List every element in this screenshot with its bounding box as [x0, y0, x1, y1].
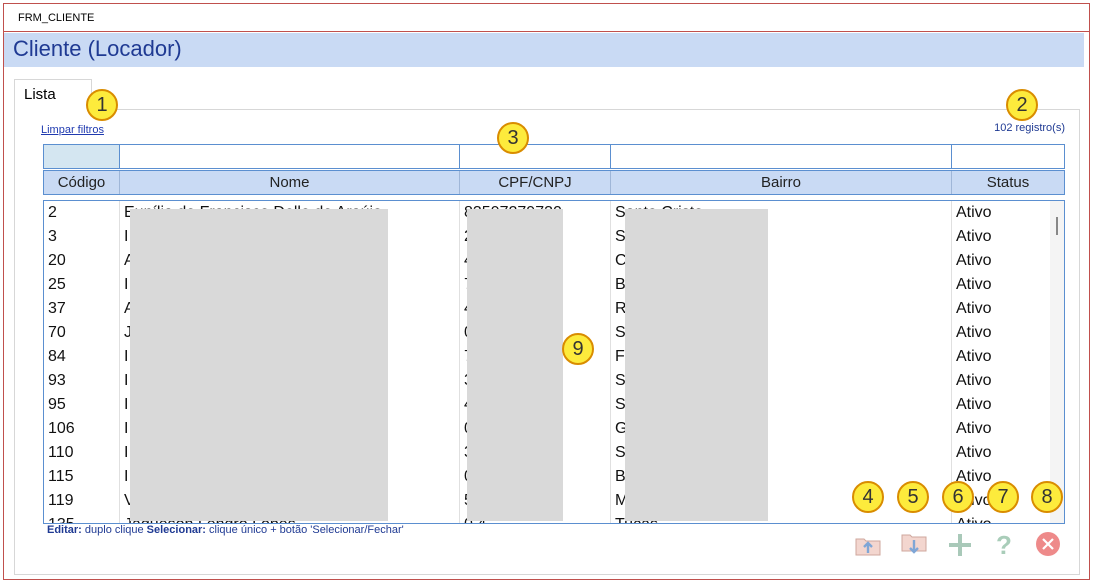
cell-status: Ativo [956, 372, 992, 389]
cell-status: Ativo [956, 276, 992, 293]
cell-codigo: 119 [44, 489, 120, 513]
help-button[interactable]: ? [990, 530, 1018, 558]
cell-status: Ativo [956, 228, 992, 245]
callout-5: 5 [897, 481, 929, 513]
cell-codigo: 93 [44, 369, 120, 393]
cell-codigo: 3 [44, 225, 120, 249]
hint-select-text: clique único + botão 'Selecionar/Fechar' [205, 524, 404, 536]
folder-down-icon [901, 534, 927, 554]
cell-codigo: 70 [44, 321, 120, 345]
cell-status: Ativo [956, 252, 992, 269]
filter-bairro-input[interactable] [610, 144, 952, 169]
header-codigo[interactable]: Código [44, 171, 120, 194]
header-nome[interactable]: Nome [120, 171, 460, 194]
callout-2: 2 [1006, 89, 1038, 121]
form-header: Cliente (Locador) [4, 33, 1084, 67]
callout-6: 6 [942, 481, 974, 513]
filter-status-input[interactable] [951, 144, 1065, 169]
add-button[interactable] [946, 530, 974, 558]
cell-status: Ativo [956, 420, 992, 437]
redacted-cpf-block [467, 209, 563, 521]
hint-edit-label: Editar: [47, 524, 82, 536]
column-headers: Código Nome CPF/CNPJ Bairro Status [43, 170, 1065, 195]
cell-status: Ativo [956, 444, 992, 461]
hint-select-label: Selecionar: [146, 524, 206, 536]
plus-icon [949, 534, 971, 556]
callout-3: 3 [497, 122, 529, 154]
filter-cpf-input[interactable] [459, 144, 611, 169]
cell-codigo: 37 [44, 297, 120, 321]
help-icon: ? [996, 530, 1012, 558]
header-status[interactable]: Status [952, 171, 1064, 194]
cell-codigo: 84 [44, 345, 120, 369]
close-button[interactable] [1034, 530, 1062, 558]
tab-lista[interactable]: Lista [14, 79, 92, 110]
callout-8: 8 [1031, 481, 1063, 513]
cell-status: Ativo [956, 324, 992, 341]
cell-codigo: 2 [44, 201, 120, 225]
export-button[interactable] [854, 530, 882, 558]
close-icon [1036, 532, 1060, 556]
cell-codigo: 135 [44, 513, 120, 523]
filter-nome-input[interactable] [119, 144, 460, 169]
callout-7: 7 [987, 481, 1019, 513]
filter-codigo-input[interactable] [43, 144, 120, 169]
record-count: 102 registro(s) [994, 122, 1065, 134]
callout-9: 9 [562, 333, 594, 365]
folder-up-icon [855, 538, 881, 556]
page-title: Cliente (Locador) [13, 36, 182, 61]
filter-row [43, 144, 1065, 169]
callout-1: 1 [86, 89, 118, 121]
cell-status: Ativo [956, 300, 992, 317]
cell-codigo: 25 [44, 273, 120, 297]
cell-status: Ativo [956, 396, 992, 413]
list-scrollbar[interactable] [1050, 201, 1064, 523]
window-title: FRM_CLIENTE [4, 4, 1089, 32]
cell-codigo: 110 [44, 441, 120, 465]
clear-filters-link[interactable]: Limpar filtros [41, 124, 104, 136]
cell-codigo: 95 [44, 393, 120, 417]
cell-codigo: 20 [44, 249, 120, 273]
header-bairro[interactable]: Bairro [611, 171, 952, 194]
hint-edit-text: duplo clique [81, 524, 147, 536]
cell-status: Ativo [952, 513, 1051, 523]
callout-4: 4 [852, 481, 884, 513]
cell-codigo: 106 [44, 417, 120, 441]
header-cpf[interactable]: CPF/CNPJ [460, 171, 611, 194]
svg-text:?: ? [996, 530, 1012, 558]
scrollbar-thumb[interactable] [1056, 217, 1058, 235]
usage-hint: Editar: duplo clique Selecionar: clique … [47, 524, 404, 536]
import-button[interactable] [900, 530, 928, 558]
cell-codigo: 115 [44, 465, 120, 489]
redacted-bairro-block [625, 209, 768, 521]
cell-status: Ativo [956, 204, 992, 221]
cell-status: Ativo [956, 348, 992, 365]
redacted-name-block [130, 209, 388, 521]
